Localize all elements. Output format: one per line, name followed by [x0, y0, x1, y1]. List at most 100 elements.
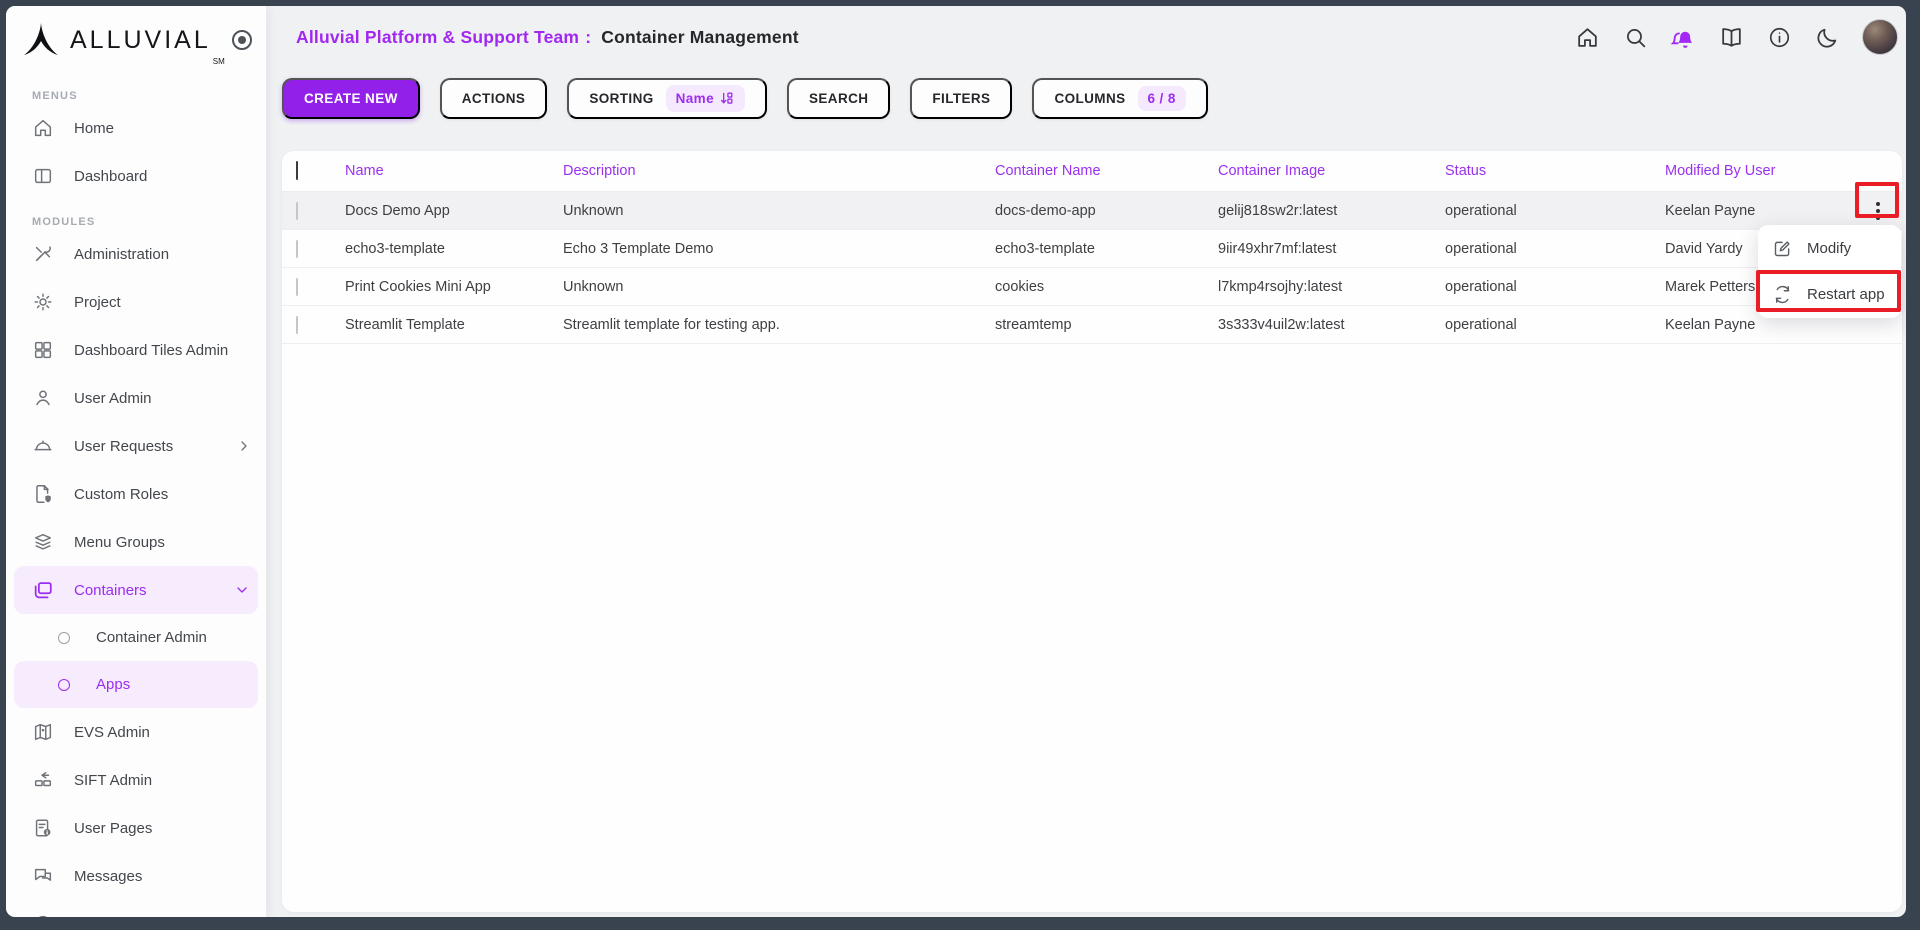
- app-window: ALLUVIAL SM MENUS Home Dashboard MODULES…: [6, 6, 1906, 917]
- row-actions-kebab-icon[interactable]: [1863, 196, 1893, 226]
- sidebar-item-custom-roles[interactable]: Custom Roles: [6, 470, 266, 518]
- cell-description: Unknown: [563, 279, 995, 295]
- search-icon: [1623, 25, 1648, 50]
- table-row[interactable]: Docs Demo App Unknown docs-demo-app geli…: [282, 192, 1902, 230]
- sidebar-item-dashboard-tiles-admin[interactable]: Dashboard Tiles Admin: [6, 326, 266, 374]
- sidebar-item-label: Dashboard Tiles Admin: [74, 342, 228, 359]
- chevron-right-icon: [236, 438, 252, 454]
- sidebar-item-label: Containers: [74, 582, 147, 599]
- sidebar-item-label: Project: [74, 294, 121, 311]
- row-checkbox[interactable]: [296, 316, 298, 334]
- notifications-button[interactable]: [1670, 24, 1696, 50]
- map-icon: [32, 721, 54, 743]
- sift-flow-icon: [32, 769, 54, 791]
- request-cloche-icon: [32, 435, 54, 457]
- home-icon: [32, 117, 54, 139]
- sidebar-item-menu-groups[interactable]: Menu Groups: [6, 518, 266, 566]
- sidebar-item-project[interactable]: Project: [6, 278, 266, 326]
- main-content: Alluvial Platform & Support Team: Contain…: [266, 6, 1906, 917]
- table-row[interactable]: Streamlit Template Streamlit template fo…: [282, 306, 1902, 344]
- sidebar-item-administration[interactable]: Administration: [6, 230, 266, 278]
- user-icon: [32, 387, 54, 409]
- context-menu-label: Modify: [1807, 240, 1851, 257]
- column-header-description[interactable]: Description: [563, 163, 995, 179]
- sidebar-item-label: Power BI: [74, 916, 135, 918]
- cell-container-name: echo3-template: [995, 241, 1218, 257]
- documentation-button[interactable]: [1718, 24, 1744, 50]
- row-checkbox[interactable]: [296, 278, 298, 296]
- admin-tools-icon: [32, 243, 54, 265]
- notifications-icon: [1670, 24, 1696, 51]
- sidebar-item-label: Dashboard: [74, 168, 147, 185]
- table-row[interactable]: Print Cookies Mini App Unknown cookies l…: [282, 268, 1902, 306]
- sidebar-item-evs-admin[interactable]: EVS Admin: [6, 708, 266, 756]
- sidebar-item-label: User Admin: [74, 390, 152, 407]
- breadcrumb: Alluvial Platform & Support Team: Contain…: [296, 27, 799, 48]
- containers-icon: [32, 579, 54, 601]
- row-checkbox[interactable]: [296, 240, 298, 258]
- column-header-modified-by[interactable]: Modified By User: [1665, 163, 1863, 179]
- dark-mode-moon-icon: [1815, 25, 1840, 50]
- breadcrumb-separator: :: [585, 27, 591, 47]
- sidebar-item-sift-admin[interactable]: SIFT Admin: [6, 756, 266, 804]
- sidebar-item-power-bi[interactable]: Power BI: [6, 900, 266, 917]
- sidebar-item-label: Menu Groups: [74, 534, 165, 551]
- column-header-container-image[interactable]: Container Image: [1218, 163, 1445, 179]
- sidebar-subitem-apps[interactable]: Apps: [14, 661, 258, 708]
- search-button[interactable]: [1622, 24, 1648, 50]
- cell-container-image: 3s333v4uil2w:latest: [1218, 317, 1445, 333]
- table-header-row: Name Description Container Name Containe…: [282, 151, 1902, 192]
- create-new-button[interactable]: CREATE NEW: [282, 78, 420, 119]
- cell-description: Streamlit template for testing app.: [563, 317, 995, 333]
- sidebar-item-user-admin[interactable]: User Admin: [6, 374, 266, 422]
- info-icon: [1767, 25, 1792, 50]
- context-menu-item-modify[interactable]: Modify: [1758, 226, 1901, 272]
- sidebar-item-dashboard[interactable]: Dashboard: [6, 152, 266, 200]
- columns-button[interactable]: COLUMNS 6 / 8: [1032, 78, 1207, 119]
- filters-button[interactable]: FILTERS: [910, 78, 1012, 119]
- sidebar-item-user-requests[interactable]: User Requests: [6, 422, 266, 470]
- sidebar-collapse-toggle[interactable]: [232, 30, 252, 50]
- select-all-checkbox[interactable]: [296, 161, 298, 180]
- context-menu-label: Restart app: [1807, 286, 1885, 303]
- pages-info-icon: [32, 817, 54, 839]
- row-checkbox[interactable]: [296, 202, 298, 220]
- sidebar-item-home[interactable]: Home: [6, 104, 266, 152]
- tiles-grid-icon: [32, 339, 54, 361]
- home-button[interactable]: [1574, 24, 1600, 50]
- sidebar-subitem-container-admin[interactable]: Container Admin: [6, 614, 266, 661]
- home-icon: [1575, 25, 1600, 50]
- sidebar: ALLUVIAL SM MENUS Home Dashboard MODULES…: [6, 6, 266, 917]
- page-title: Container Management: [601, 27, 799, 47]
- sidebar-item-label: Custom Roles: [74, 486, 168, 503]
- toolbar: CREATE NEW ACTIONS SORTING Name SEARCH F…: [282, 78, 1906, 119]
- column-header-name[interactable]: Name: [345, 163, 563, 179]
- context-menu-item-restart-app[interactable]: Restart app: [1758, 272, 1901, 318]
- sidebar-item-messages[interactable]: Messages: [6, 852, 266, 900]
- power-bi-icon: [32, 913, 54, 917]
- sorting-button[interactable]: SORTING Name: [567, 78, 767, 119]
- sidebar-item-containers[interactable]: Containers: [14, 566, 258, 614]
- cell-status: operational: [1445, 203, 1665, 219]
- chevron-down-icon: [234, 582, 250, 598]
- cell-description: Unknown: [563, 203, 995, 219]
- cell-container-name: streamtemp: [995, 317, 1218, 333]
- sidebar-item-user-pages[interactable]: User Pages: [6, 804, 266, 852]
- dark-mode-button[interactable]: [1814, 24, 1840, 50]
- table-row[interactable]: echo3-template Echo 3 Template Demo echo…: [282, 230, 1902, 268]
- sort-descending-icon: [718, 90, 735, 107]
- cell-name: Print Cookies Mini App: [345, 279, 563, 295]
- search-button-toolbar[interactable]: SEARCH: [787, 78, 890, 119]
- layers-icon: [32, 531, 54, 553]
- column-header-container-name[interactable]: Container Name: [995, 163, 1218, 179]
- column-header-status[interactable]: Status: [1445, 163, 1665, 179]
- actions-button[interactable]: ACTIONS: [440, 78, 548, 119]
- topbar-actions: [1574, 19, 1898, 55]
- cell-status: operational: [1445, 317, 1665, 333]
- brand-header: ALLUVIAL SM: [6, 6, 266, 74]
- cell-description: Echo 3 Template Demo: [563, 241, 995, 257]
- user-avatar[interactable]: [1862, 19, 1898, 55]
- info-button[interactable]: [1766, 24, 1792, 50]
- table-card: Name Description Container Name Containe…: [282, 151, 1902, 912]
- breadcrumb-team: Alluvial Platform & Support Team: [296, 27, 579, 47]
